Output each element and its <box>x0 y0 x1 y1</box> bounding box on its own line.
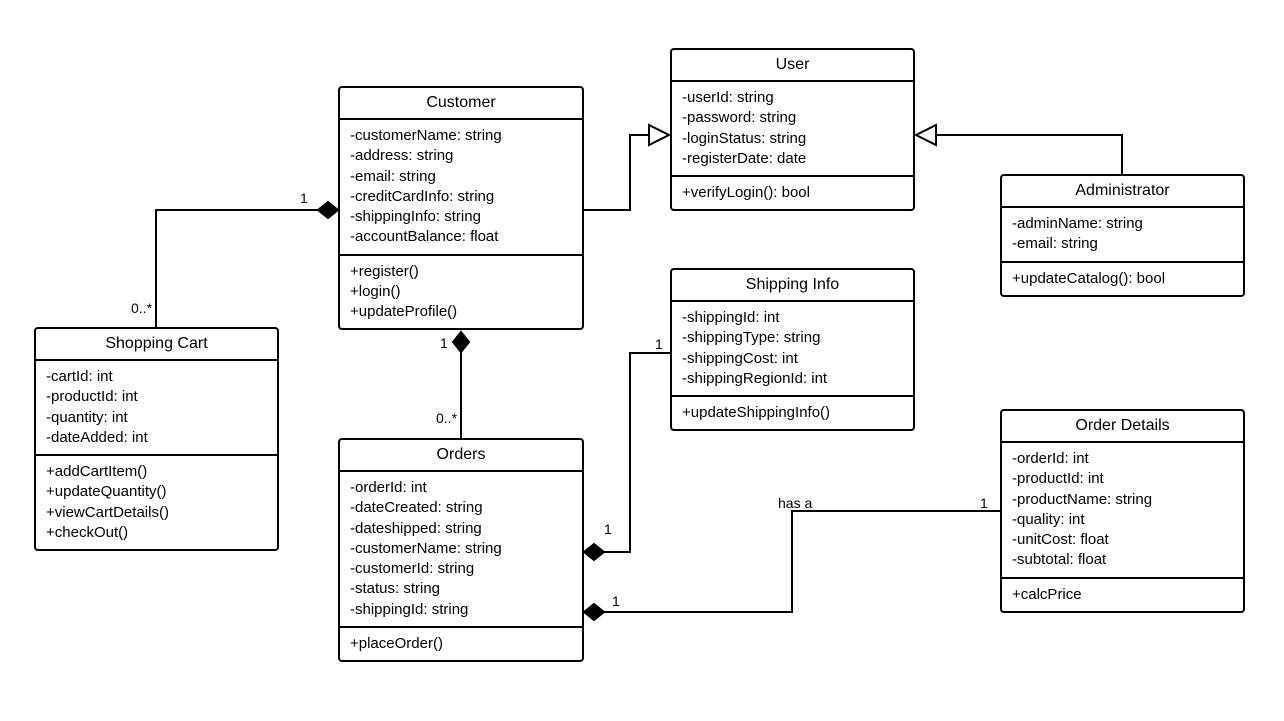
multiplicity-label: 1 <box>655 336 663 352</box>
attribute: -dateCreated: string <box>350 498 572 518</box>
attribute: -shippingType: string <box>682 328 903 348</box>
attribute: -accountBalance: float <box>350 227 572 247</box>
attribute: -shippingId: string <box>350 600 572 620</box>
multiplicity-label: 1 <box>612 593 620 609</box>
edge-customer-cart <box>156 210 318 327</box>
attributes-section: -orderId: int -dateCreated: string -date… <box>340 472 582 626</box>
attribute: -quantity: int <box>46 408 267 428</box>
operations-section: +calcPrice <box>1002 577 1243 611</box>
attribute: -dateshipped: string <box>350 519 572 539</box>
attribute: -status: string <box>350 579 572 599</box>
operation: +updateShippingInfo() <box>682 403 903 423</box>
attribute: -shippingInfo: string <box>350 207 572 227</box>
multiplicity-label: 0..* <box>436 410 457 426</box>
attribute: -dateAdded: int <box>46 428 267 448</box>
attribute: -loginStatus: string <box>682 129 903 149</box>
attribute: -customerName: string <box>350 126 572 146</box>
operation: +calcPrice <box>1012 585 1233 605</box>
attribute: -customerId: string <box>350 559 572 579</box>
multiplicity-label: 1 <box>604 521 612 537</box>
attribute: -customerName: string <box>350 539 572 559</box>
attribute: -shippingRegionId: int <box>682 369 903 389</box>
operation: +checkOut() <box>46 523 267 543</box>
edge-orders-orderdetails <box>604 511 1000 612</box>
attribute: -shippingId: int <box>682 308 903 328</box>
attribute: -cartId: int <box>46 367 267 387</box>
composition-diamond-icon <box>318 202 338 218</box>
multiplicity-label: 1 <box>980 495 988 511</box>
attributes-section: -userId: string -password: string -login… <box>672 82 913 175</box>
multiplicity-label: 1 <box>440 335 448 351</box>
operation: +placeOrder() <box>350 634 572 654</box>
attribute: -shippingCost: int <box>682 349 903 369</box>
edge-admin-user <box>936 135 1122 174</box>
attribute: -productId: int <box>1012 469 1233 489</box>
attribute: -address: string <box>350 146 572 166</box>
class-orders: Orders -orderId: int -dateCreated: strin… <box>338 438 584 662</box>
operation: +viewCartDetails() <box>46 503 267 523</box>
class-shipping-info: Shipping Info -shippingId: int -shipping… <box>670 268 915 431</box>
attribute: -email: string <box>350 167 572 187</box>
attribute: -creditCardInfo: string <box>350 187 572 207</box>
operations-section: +addCartItem() +updateQuantity() +viewCa… <box>36 454 277 549</box>
operations-section: +register() +login() +updateProfile() <box>340 254 582 329</box>
attributes-section: -orderId: int -productId: int -productNa… <box>1002 443 1243 577</box>
attribute: -unitCost: float <box>1012 530 1233 550</box>
class-user: User -userId: string -password: string -… <box>670 48 915 211</box>
attributes-section: -cartId: int -productId: int -quantity: … <box>36 361 277 454</box>
attribute: -quality: int <box>1012 510 1233 530</box>
class-title: User <box>672 50 913 82</box>
attributes-section: -adminName: string -email: string <box>1002 208 1243 261</box>
multiplicity-label: 1 <box>300 190 308 206</box>
attribute: -orderId: int <box>350 478 572 498</box>
class-order-details: Order Details -orderId: int -productId: … <box>1000 409 1245 613</box>
operation: +verifyLogin(): bool <box>682 183 903 203</box>
multiplicity-label: 0..* <box>131 300 152 316</box>
class-customer: Customer -customerName: string -address:… <box>338 86 584 330</box>
class-title: Customer <box>340 88 582 120</box>
generalization-arrow-icon <box>649 125 669 145</box>
composition-diamond-icon <box>584 544 604 560</box>
generalization-arrow-icon <box>916 125 936 145</box>
operation: +updateProfile() <box>350 302 572 322</box>
class-title: Shipping Info <box>672 270 913 302</box>
class-title: Order Details <box>1002 411 1243 443</box>
composition-diamond-icon <box>453 332 469 352</box>
composition-diamond-icon <box>584 604 604 620</box>
attribute: -productId: int <box>46 387 267 407</box>
operation: +register() <box>350 262 572 282</box>
operations-section: +updateShippingInfo() <box>672 395 913 429</box>
operation: +login() <box>350 282 572 302</box>
operations-section: +verifyLogin(): bool <box>672 175 913 209</box>
class-title: Shopping Cart <box>36 329 277 361</box>
attributes-section: -customerName: string -address: string -… <box>340 120 582 254</box>
diagram-canvas: User -userId: string -password: string -… <box>0 0 1284 721</box>
attributes-section: -shippingId: int -shippingType: string -… <box>672 302 913 395</box>
attribute: -subtotal: float <box>1012 550 1233 570</box>
class-title: Administrator <box>1002 176 1243 208</box>
attribute: -password: string <box>682 108 903 128</box>
edge-customer-user <box>584 135 649 210</box>
attribute: -email: string <box>1012 234 1233 254</box>
attribute: -userId: string <box>682 88 903 108</box>
attribute: -orderId: int <box>1012 449 1233 469</box>
operations-section: +updateCatalog(): bool <box>1002 261 1243 295</box>
operation: +updateCatalog(): bool <box>1012 269 1233 289</box>
operation: +addCartItem() <box>46 462 267 482</box>
attribute: -adminName: string <box>1012 214 1233 234</box>
operations-section: +placeOrder() <box>340 626 582 660</box>
operation: +updateQuantity() <box>46 482 267 502</box>
attribute: -productName: string <box>1012 490 1233 510</box>
attribute: -registerDate: date <box>682 149 903 169</box>
class-administrator: Administrator -adminName: string -email:… <box>1000 174 1245 297</box>
association-label: has a <box>778 495 812 511</box>
edge-orders-shipping <box>604 353 670 552</box>
class-title: Orders <box>340 440 582 472</box>
class-shopping-cart: Shopping Cart -cartId: int -productId: i… <box>34 327 279 551</box>
